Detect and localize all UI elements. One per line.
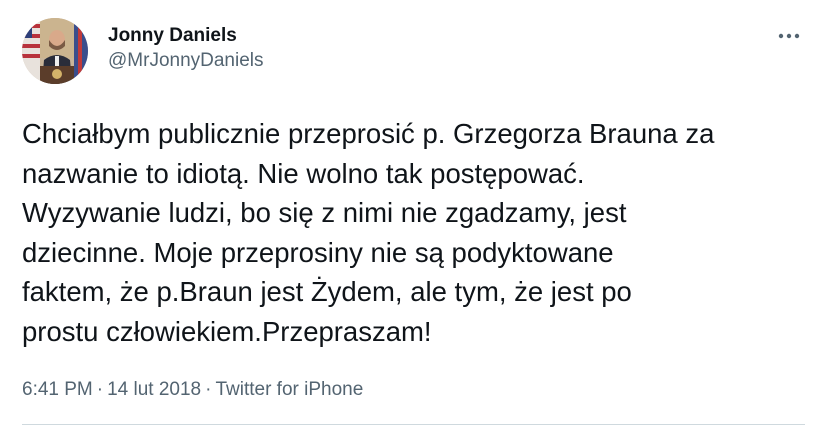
- meta-separator: ·: [205, 379, 212, 400]
- tweet-time[interactable]: 6:41 PM: [22, 379, 93, 400]
- profile-photo-icon: [22, 18, 88, 84]
- tweet-meta: 6:41 PM · 14 lut 2018 · Twitter for iPhone: [22, 376, 363, 404]
- divider: [22, 424, 805, 425]
- author-names: Jonny Daniels @MrJonnyDaniels: [108, 24, 264, 74]
- tweet-date[interactable]: 14 lut 2018: [107, 379, 201, 400]
- author-handle[interactable]: @MrJonnyDaniels: [108, 48, 264, 74]
- tweet-card: Jonny Daniels @MrJonnyDaniels Chciałbym …: [0, 0, 827, 429]
- tweet-header: Jonny Daniels @MrJonnyDaniels: [22, 18, 264, 84]
- tweet-source[interactable]: Twitter for iPhone: [215, 379, 363, 400]
- avatar[interactable]: [22, 18, 88, 84]
- tweet-text: Chciałbym publicznie przeprosić p. Grzeg…: [22, 118, 715, 347]
- more-options-button[interactable]: [777, 24, 801, 48]
- meta-separator: ·: [96, 379, 104, 400]
- more-horizontal-icon: [778, 33, 800, 39]
- author-display-name[interactable]: Jonny Daniels: [108, 24, 264, 48]
